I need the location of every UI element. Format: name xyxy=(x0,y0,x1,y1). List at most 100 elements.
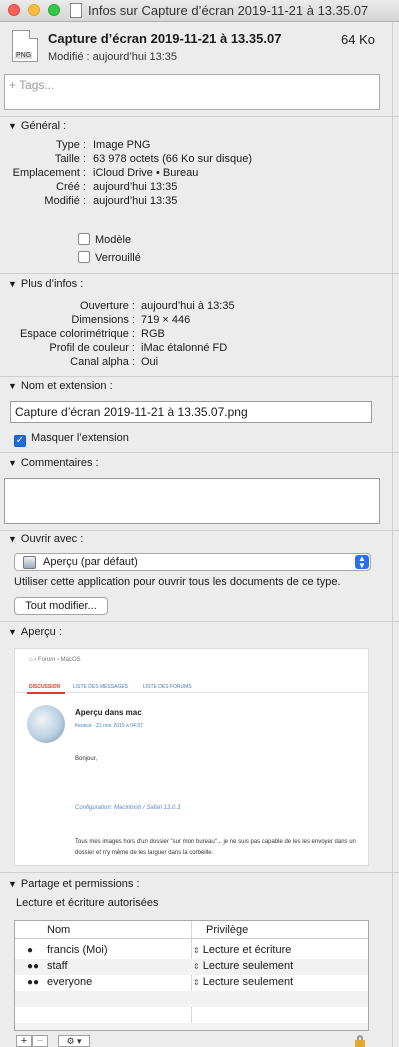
divider xyxy=(0,376,399,377)
divider xyxy=(0,530,399,531)
file-name-field[interactable]: Capture d’écran 2019-11-21 à 13.35.07.pn… xyxy=(10,401,372,423)
info-key: Emplacement : xyxy=(12,167,86,179)
permission-name: francis (Moi) xyxy=(47,944,108,956)
privilege-popup[interactable]: ⇕ Lecture seulement xyxy=(193,960,293,972)
more-info-heading: Plus d’infos : xyxy=(20,278,84,290)
general-heading: Général : xyxy=(20,120,67,132)
remove-permission-button[interactable]: − xyxy=(32,1035,48,1047)
table-row-empty xyxy=(15,1023,368,1030)
permissions-status: Lecture et écriture autorisées xyxy=(16,897,159,909)
verrouille-checkbox-row[interactable]: Verrouillé xyxy=(78,251,141,264)
info-key: Créé : xyxy=(56,181,86,193)
disclosure-open-icon: ▼ xyxy=(8,121,17,131)
group-icon: ●● xyxy=(27,961,40,972)
info-key: Profil de couleur : xyxy=(49,342,135,354)
preview-heading: Aperçu : xyxy=(20,626,62,638)
window-title: Infos sur Capture d’écran 2019-11-21 à 1… xyxy=(88,3,369,18)
minimize-window-button[interactable] xyxy=(28,4,40,16)
title-bar: Infos sur Capture d’écran 2019-11-21 à 1… xyxy=(0,0,399,22)
action-menu-button[interactable]: ⚙ ▾ xyxy=(58,1035,90,1047)
table-row[interactable]: ●● everyone ⇕ Lecture seulement xyxy=(15,975,368,991)
modele-checkbox[interactable] xyxy=(78,233,90,245)
info-value: Oui xyxy=(141,356,159,368)
name-ext-section-toggle[interactable]: ▼ Nom et extension : xyxy=(8,380,113,392)
permission-name: everyone xyxy=(47,976,93,988)
preview-tabs: DISCUSSION LISTE DES MESSAGES LISTE DES … xyxy=(15,677,368,694)
modele-checkbox-row[interactable]: Modèle xyxy=(78,233,131,246)
preview-tab: LISTE DES FORUMS xyxy=(143,684,192,690)
privilege-value: Lecture seulement xyxy=(202,976,294,988)
open-with-section-toggle[interactable]: ▼ Ouvrir avec : xyxy=(8,533,83,545)
file-size: 64 Ko xyxy=(341,32,375,47)
hide-extension-label: Masquer l’extension xyxy=(31,432,129,444)
info-value: 719 × 446 xyxy=(141,314,191,326)
divider xyxy=(0,116,399,117)
file-name: Capture d’écran 2019-11-21 à 13.35.07 xyxy=(48,31,282,46)
table-row-empty xyxy=(15,991,368,1007)
file-type-badge: PNG xyxy=(15,52,33,59)
modified-line: Modifié : aujourd’hui 13:35 xyxy=(48,51,178,63)
preview-post-title: Aperçu dans mac xyxy=(75,708,142,717)
preview-tab: LISTE DES MESSAGES xyxy=(73,684,129,690)
general-section-toggle[interactable]: ▼ Général : xyxy=(8,120,66,132)
more-info-section-toggle[interactable]: ▼ Plus d’infos : xyxy=(8,278,83,290)
lock-icon[interactable] xyxy=(354,1035,366,1047)
comments-field[interactable] xyxy=(4,478,380,524)
scrollbar-track[interactable] xyxy=(392,22,393,1047)
user-icon: ● xyxy=(27,945,34,956)
disclosure-open-icon: ▼ xyxy=(8,381,17,391)
comments-heading: Commentaires : xyxy=(20,457,99,469)
table-row[interactable]: ●● staff ⇕ Lecture seulement xyxy=(15,959,368,975)
zoom-window-button[interactable] xyxy=(48,4,60,16)
active-tab-underline xyxy=(27,692,65,694)
info-value: 63 978 octets (66 Ko sur disque) xyxy=(93,153,252,165)
hide-extension-checkbox[interactable]: ✓ xyxy=(14,435,26,447)
verrouille-checkbox[interactable] xyxy=(78,251,90,263)
info-key: Dimensions : xyxy=(71,314,135,326)
info-key: Ouverture : xyxy=(79,300,135,312)
popup-arrows-icon: ▲ ▼ xyxy=(355,555,369,570)
popup-arrows-icon: ⇕ xyxy=(193,978,200,987)
close-window-button[interactable] xyxy=(8,4,20,16)
preview-post-meta: freunce · 21 nov. 2019 à 04:37 xyxy=(75,723,143,729)
info-value: aujourd’hui 13:35 xyxy=(93,195,178,207)
permissions-heading: Partage et permissions : xyxy=(20,878,140,890)
disclosure-open-icon: ▼ xyxy=(8,627,17,637)
privilege-column-header[interactable]: Privilège xyxy=(206,924,248,936)
info-value: aujourd’hui à 13:35 xyxy=(141,300,235,312)
modele-label: Modèle xyxy=(95,234,132,246)
document-proxy-icon[interactable] xyxy=(70,3,82,18)
name-column-header[interactable]: Nom xyxy=(47,924,70,936)
preview-section-toggle[interactable]: ▼ Aperçu : xyxy=(8,626,62,638)
table-row[interactable]: ● francis (Moi) ⇕ Lecture et écriture xyxy=(15,943,368,959)
file-header: PNG Capture d’écran 2019-11-21 à 13.35.0… xyxy=(0,22,399,68)
name-ext-heading: Nom et extension : xyxy=(20,380,113,392)
info-value: aujourd’hui 13:35 xyxy=(93,181,178,193)
everyone-icon: ●● xyxy=(27,977,40,988)
divider xyxy=(0,452,399,453)
privilege-value: Lecture et écriture xyxy=(202,944,292,956)
preview-breadcrumb: ⌂ › Forum › MacOS xyxy=(29,657,81,663)
add-permission-button[interactable]: + xyxy=(16,1035,32,1047)
privilege-value: Lecture seulement xyxy=(202,960,294,972)
popup-arrows-icon: ⇕ xyxy=(193,946,200,955)
info-key: Modifié : xyxy=(44,195,86,207)
disclosure-open-icon: ▼ xyxy=(8,879,17,889)
privilege-popup[interactable]: ⇕ Lecture seulement xyxy=(193,976,293,988)
privilege-popup[interactable]: ⇕ Lecture et écriture xyxy=(193,944,291,956)
avatar xyxy=(27,705,65,743)
info-key: Taille : xyxy=(54,153,86,165)
divider xyxy=(0,273,399,274)
png-file-icon: PNG xyxy=(12,30,38,62)
verrouille-label: Verrouillé xyxy=(95,252,141,264)
permissions-table[interactable]: Nom Privilège ● francis (Moi) ⇕ Lecture e… xyxy=(14,920,369,1031)
disclosure-open-icon: ▼ xyxy=(8,279,17,289)
preview-tab: DISCUSSION xyxy=(29,684,61,690)
hide-extension-row[interactable]: ✓ Masquer l’extension xyxy=(14,432,129,447)
open-with-popup[interactable]: Aperçu (par défaut) ▲ ▼ xyxy=(14,553,371,571)
divider xyxy=(0,872,399,873)
change-all-button[interactable]: Tout modifier... xyxy=(14,597,108,615)
tags-field[interactable]: + Tags... xyxy=(4,74,380,110)
permissions-section-toggle[interactable]: ▼ Partage et permissions : xyxy=(8,878,140,890)
comments-section-toggle[interactable]: ▼ Commentaires : xyxy=(8,457,99,469)
